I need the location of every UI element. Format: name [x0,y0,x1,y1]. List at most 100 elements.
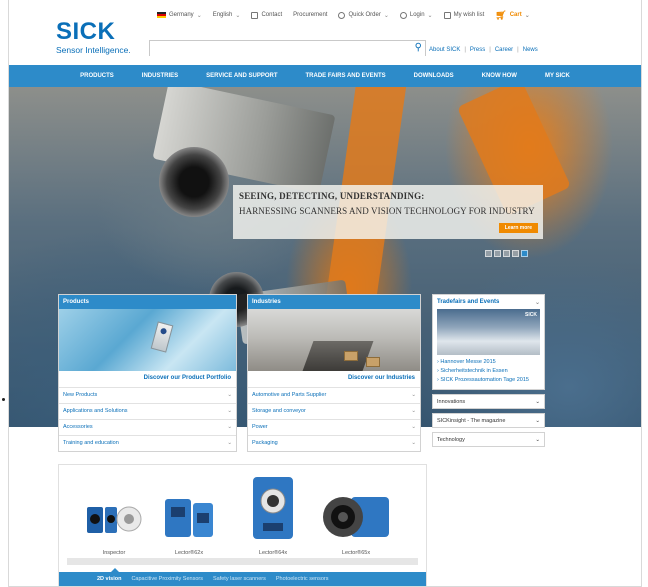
carousel-scrollbar[interactable] [67,558,418,565]
hero-caption: SEEING, DETECTING, UNDERSTANDING: HARNES… [233,185,543,239]
chevron-down-icon: ⌄ [411,424,416,430]
product-category-tabs: 2D vision Capacitive Proximity Sensors S… [59,572,426,586]
events-panel-header[interactable]: Tradefairs and Events ⌄ [433,295,544,309]
camera-lens-shape [159,147,229,217]
header-link-career[interactable]: Career [495,47,513,53]
chevron-down-icon: ⌄ [411,440,416,446]
chevron-down-icon: ⌄ [535,437,540,443]
camera-product-image [321,493,391,546]
camera-product-image [163,495,215,546]
login-menu[interactable]: Login ⌄ [399,11,433,19]
wishlist-link[interactable]: My wish list [443,11,484,19]
tab-capacitive-sensors[interactable]: Capacitive Proximity Sensors [131,576,203,582]
product-lector65x[interactable]: Lector®65x [321,493,391,556]
conveyor-belt-shape [302,341,374,371]
user-icon [399,11,407,19]
chevron-down-icon: ⌄ [411,392,416,398]
quick-order-menu[interactable]: Quick Order ⌄ [338,11,389,19]
procurement-link[interactable]: Procurement [293,12,327,18]
events-image-logo: SICK [525,312,537,318]
nav-products[interactable]: PRODUCTS [66,65,128,87]
contact-link[interactable]: Contact [251,11,282,19]
industries-card: Industries Discover our Industries Autom… [247,294,421,452]
main-navigation: PRODUCTS INDUSTRIES SERVICE AND SUPPORT … [9,65,641,87]
clock-icon [338,11,346,19]
industries-discover-link[interactable]: Discover our Industries [248,371,420,387]
sick-logo[interactable]: SICK Sensor Intelligence. [56,20,131,56]
slider-dot[interactable] [494,250,501,257]
event-link[interactable]: › Sicherheitstechnik in Essen [437,367,540,376]
industries-menu-row[interactable]: Automotive and Parts Supplier ⌄ [248,387,420,403]
products-portfolio-link[interactable]: Discover our Product Portfolio [59,371,236,387]
cart-icon: 🛒︎ [495,9,507,20]
events-image[interactable]: SICK [437,309,540,355]
slider-dot[interactable] [485,250,492,257]
nav-know-how[interactable]: KNOW HOW [468,65,531,87]
link-separator: | [464,47,466,53]
hero-title: SEEING, DETECTING, UNDERSTANDING: [239,191,425,201]
products-card-image[interactable] [59,309,236,371]
tab-2d-vision[interactable]: 2D vision [97,576,121,582]
side-row-technology[interactable]: Technology ⌄ [432,432,545,447]
industries-menu-row[interactable]: Power ⌄ [248,419,420,435]
chevron-down-icon: ⌄ [196,12,202,19]
products-menu-row[interactable]: New Products ⌄ [59,387,236,403]
chevron-down-icon: ⌄ [227,392,232,398]
product-label: Inspector [102,550,126,556]
products-menu-row[interactable]: Training and education ⌄ [59,435,236,451]
chevron-down-icon: ⌄ [227,408,232,414]
slider-dot[interactable] [521,250,528,257]
nav-industries[interactable]: INDUSTRIES [128,65,192,87]
nav-my-sick[interactable]: MY SICK [531,65,584,87]
product-inspector[interactable]: Inspector [85,501,143,556]
link-separator: | [489,47,491,53]
language-selector[interactable]: English ⌄ [213,12,241,19]
hero-learn-more-button[interactable]: Learn more [498,223,538,233]
slider-dot[interactable] [512,250,519,257]
header-link-news[interactable]: News [523,47,538,53]
chevron-down-icon: ⌄ [534,300,540,306]
package-box-shape [366,357,380,367]
side-row-innovations[interactable]: Innovations ⌄ [432,394,545,409]
sick-homepage: Germany ⌄ English ⌄ Contact Procurement … [8,0,642,587]
hero-subtitle: HARNESSING SCANNERS AND VISION TECHNOLOG… [239,206,535,216]
search-icon[interactable]: ⚲ [415,42,422,53]
search-box: ⚲ [149,40,426,60]
header-link-press[interactable]: Press [470,47,485,53]
link-separator: | [517,47,519,53]
products-menu-row[interactable]: Applications and Solutions ⌄ [59,403,236,419]
products-menu-row[interactable]: Accessories ⌄ [59,419,236,435]
industries-menu-row[interactable]: Storage and conveyor ⌄ [248,403,420,419]
header-links: About SICK | Press | Career | News [429,47,538,53]
nav-trade-fairs[interactable]: TRADE FAIRS AND EVENTS [292,65,400,87]
side-column: Tradefairs and Events ⌄ SICK › Hannover … [432,294,545,447]
country-selector[interactable]: Germany ⌄ [157,12,202,19]
products-card: Products Discover our Product Portfolio … [58,294,237,452]
event-link[interactable]: › SICK Prozessautomation Tage 2015 [437,376,540,385]
header-link-about[interactable]: About SICK [429,47,460,53]
germany-flag-icon [157,12,166,18]
nav-downloads[interactable]: DOWNLOADS [400,65,468,87]
tab-photoelectric-sensors[interactable]: Photoelectric sensors [276,576,329,582]
chevron-down-icon: ⌄ [535,418,540,424]
chevron-down-icon: ⌄ [427,12,433,19]
sensor-lens-shape [159,327,168,335]
nav-service-support[interactable]: SERVICE AND SUPPORT [192,65,291,87]
logo-tagline: Sensor Intelligence. [56,45,131,55]
slider-dot[interactable] [503,250,510,257]
industries-card-image[interactable] [248,309,420,371]
product-lector64x[interactable]: Lector®64x [251,475,295,556]
chevron-down-icon: ⌄ [535,399,540,405]
industries-menu-row[interactable]: Packaging ⌄ [248,435,420,451]
tab-safety-laser-scanners[interactable]: Safety laser scanners [213,576,266,582]
product-lector62x[interactable]: Lector®62x [163,495,215,556]
cart-menu[interactable]: 🛒︎ Cart ⌄ [495,10,529,21]
chevron-down-icon: ⌄ [227,424,232,430]
events-title: Tradefairs and Events [437,299,500,305]
page-marker-dot [2,398,5,401]
event-link[interactable]: › Hannover Messe 2015 [437,358,540,367]
events-list: › Hannover Messe 2015 › Sicherheitstechn… [433,355,544,389]
search-input[interactable] [150,45,425,60]
side-row-sickinsight[interactable]: SICKinsight - The magazine ⌄ [432,413,545,428]
chevron-down-icon: ⌄ [235,12,241,19]
